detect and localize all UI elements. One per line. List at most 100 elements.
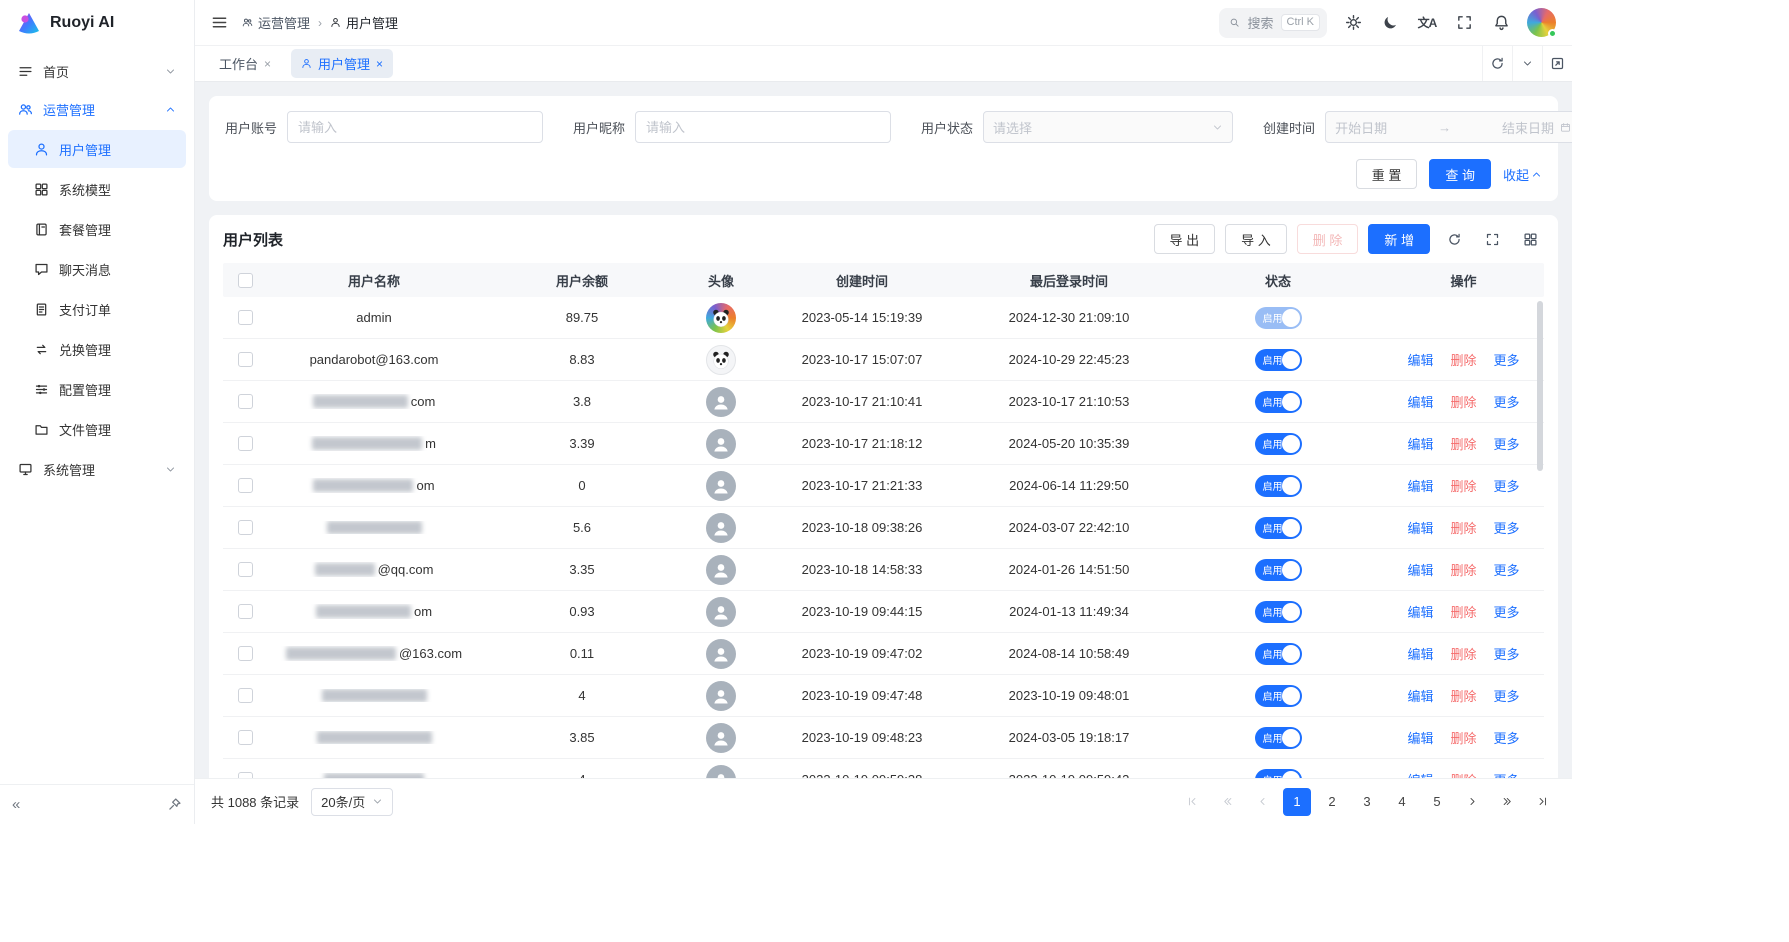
search-button[interactable]: 查 询 (1429, 159, 1491, 189)
page-button-4[interactable]: 4 (1388, 788, 1416, 816)
row-checkbox[interactable] (238, 730, 253, 745)
status-toggle[interactable]: 启用 (1255, 643, 1302, 665)
edit-link[interactable]: 编辑 (1407, 434, 1433, 453)
page-button-2[interactable]: 2 (1318, 788, 1346, 816)
reset-button[interactable]: 重 置 (1356, 159, 1418, 189)
status-toggle[interactable]: 启用 (1255, 685, 1302, 707)
next-10-pages-button[interactable] (1493, 788, 1521, 816)
settings-icon[interactable] (1342, 12, 1364, 34)
prev-10-pages-button[interactable] (1213, 788, 1241, 816)
sidebar-item-system-management[interactable]: 系统管理 (8, 450, 186, 488)
global-search[interactable]: 搜索 Ctrl K (1219, 8, 1327, 38)
refresh-tab-icon[interactable] (1482, 46, 1512, 81)
more-link[interactable]: 更多 (1494, 728, 1520, 747)
row-checkbox[interactable] (238, 352, 253, 367)
sidebar-item-files[interactable]: 文件管理 (8, 410, 186, 448)
more-link[interactable]: 更多 (1494, 518, 1520, 537)
edit-link[interactable]: 编辑 (1407, 770, 1433, 778)
user-avatar[interactable] (1527, 8, 1556, 37)
sidebar-item-user-management[interactable]: 用户管理 (8, 130, 186, 168)
sidebar-item-system-models[interactable]: 系统模型 (8, 170, 186, 208)
row-checkbox[interactable] (238, 478, 253, 493)
scrollbar-thumb[interactable] (1537, 301, 1543, 471)
page-button-1[interactable]: 1 (1283, 788, 1311, 816)
status-toggle[interactable]: 启用 (1255, 601, 1302, 623)
notifications-bell-icon[interactable] (1490, 12, 1512, 34)
close-tab-icon[interactable]: × (264, 58, 271, 70)
page-size-select[interactable]: 20条/页 (311, 788, 393, 816)
delete-link[interactable]: 删除 (1450, 476, 1476, 495)
import-button[interactable]: 导 入 (1225, 224, 1287, 254)
refresh-list-icon[interactable] (1440, 225, 1468, 253)
status-toggle[interactable]: 启用 (1255, 769, 1302, 779)
column-settings-icon[interactable] (1516, 225, 1544, 253)
row-checkbox[interactable] (238, 562, 253, 577)
delete-link[interactable]: 删除 (1450, 644, 1476, 663)
prev-page-button[interactable] (1248, 788, 1276, 816)
row-checkbox[interactable] (238, 772, 253, 778)
add-button[interactable]: 新 增 (1368, 224, 1430, 254)
next-page-button[interactable] (1458, 788, 1486, 816)
collapse-filters-link[interactable]: 收起 (1503, 165, 1542, 184)
delete-link[interactable]: 删除 (1450, 518, 1476, 537)
delete-link[interactable]: 删除 (1450, 770, 1476, 778)
more-link[interactable]: 更多 (1494, 686, 1520, 705)
sidebar-item-packages[interactable]: 套餐管理 (8, 210, 186, 248)
tab-user-management[interactable]: 用户管理 × (291, 49, 393, 78)
page-button-5[interactable]: 5 (1423, 788, 1451, 816)
sidebar-item-chat-messages[interactable]: 聊天消息 (8, 250, 186, 288)
tab-menu-chevron-icon[interactable] (1512, 46, 1542, 81)
delete-button[interactable]: 删 除 (1297, 224, 1359, 254)
breadcrumb-user-management[interactable]: 用户管理 (330, 13, 398, 32)
page-button-3[interactable]: 3 (1353, 788, 1381, 816)
delete-link[interactable]: 删除 (1450, 434, 1476, 453)
row-checkbox[interactable] (238, 520, 253, 535)
table-scrollbar[interactable] (1536, 299, 1544, 778)
more-link[interactable]: 更多 (1494, 476, 1520, 495)
row-checkbox[interactable] (238, 436, 253, 451)
select-all-checkbox[interactable] (238, 273, 253, 288)
edit-link[interactable]: 编辑 (1407, 686, 1433, 705)
language-icon[interactable]: 文A (1416, 12, 1438, 34)
delete-link[interactable]: 删除 (1450, 686, 1476, 705)
sidebar-item-exchange[interactable]: 兑换管理 (8, 330, 186, 368)
edit-link[interactable]: 编辑 (1407, 350, 1433, 369)
more-link[interactable]: 更多 (1494, 560, 1520, 579)
status-toggle[interactable]: 启用 (1255, 517, 1302, 539)
maximize-view-icon[interactable] (1542, 46, 1572, 81)
more-link[interactable]: 更多 (1494, 350, 1520, 369)
status-toggle[interactable]: 启用 (1255, 475, 1302, 497)
row-checkbox[interactable] (238, 394, 253, 409)
more-link[interactable]: 更多 (1494, 392, 1520, 411)
breadcrumb-operations[interactable]: 运营管理 (242, 13, 310, 32)
sidebar-item-home[interactable]: 首页 (8, 52, 186, 90)
status-toggle[interactable]: 启用 (1255, 391, 1302, 413)
account-input[interactable] (287, 111, 543, 143)
more-link[interactable]: 更多 (1494, 602, 1520, 621)
delete-link[interactable]: 删除 (1450, 728, 1476, 747)
delete-link[interactable]: 删除 (1450, 350, 1476, 369)
delete-link[interactable]: 删除 (1450, 392, 1476, 411)
status-toggle[interactable]: 启用 (1255, 433, 1302, 455)
sidebar-item-operations[interactable]: 运营管理 (8, 90, 186, 128)
fullscreen-icon[interactable] (1453, 12, 1475, 34)
status-toggle[interactable]: 启用 (1255, 559, 1302, 581)
status-select[interactable]: 请选择 (983, 111, 1233, 143)
status-toggle[interactable]: 启用 (1255, 349, 1302, 371)
row-checkbox[interactable] (238, 310, 253, 325)
edit-link[interactable]: 编辑 (1407, 602, 1433, 621)
more-link[interactable]: 更多 (1494, 644, 1520, 663)
delete-link[interactable]: 删除 (1450, 560, 1476, 579)
sidebar-item-payment-orders[interactable]: 支付订单 (8, 290, 186, 328)
status-toggle[interactable]: 启用 (1255, 727, 1302, 749)
fullscreen-table-icon[interactable] (1478, 225, 1506, 253)
edit-link[interactable]: 编辑 (1407, 560, 1433, 579)
export-button[interactable]: 导 出 (1154, 224, 1216, 254)
row-checkbox[interactable] (238, 646, 253, 661)
delete-link[interactable]: 删除 (1450, 602, 1476, 621)
dark-mode-icon[interactable] (1379, 12, 1401, 34)
edit-link[interactable]: 编辑 (1407, 392, 1433, 411)
pin-icon[interactable] (167, 797, 182, 812)
tab-workbench[interactable]: 工作台 × (209, 49, 281, 78)
last-page-button[interactable] (1528, 788, 1556, 816)
